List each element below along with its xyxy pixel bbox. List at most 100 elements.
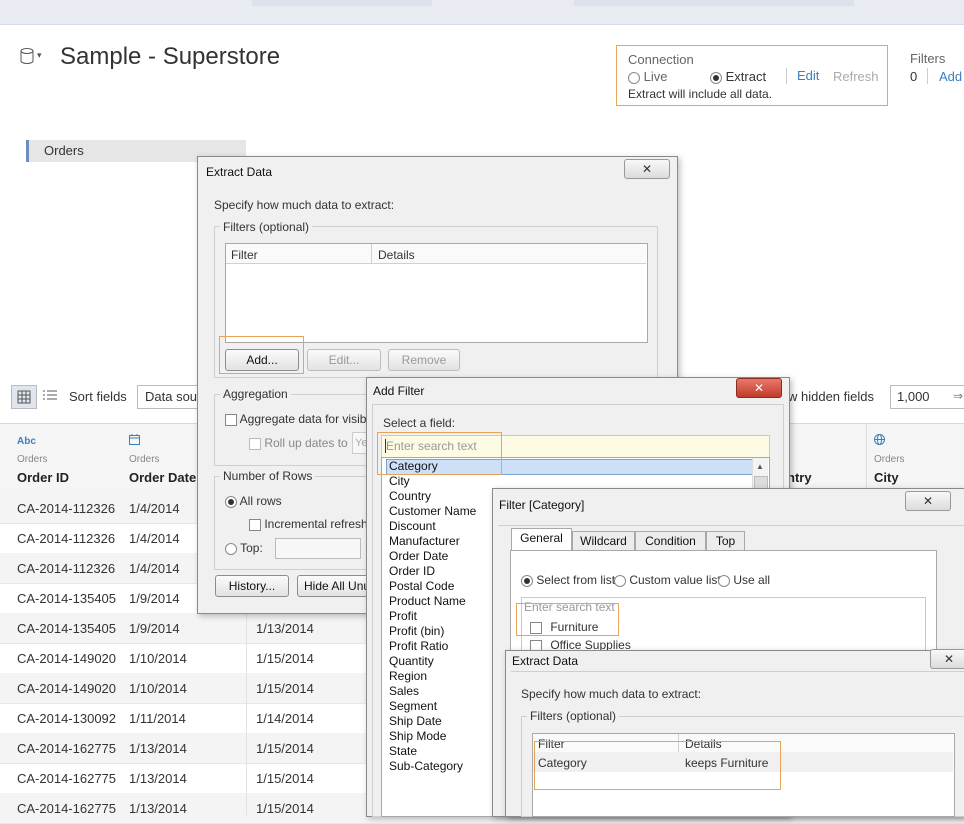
filters-count: 0 [910,69,918,84]
tab-wildcard[interactable]: Wildcard [572,531,635,552]
top-input[interactable] [275,538,361,559]
order-id-cell: CA-2014-112326 [17,561,116,576]
field-item[interactable]: City [389,474,410,488]
column-header-order-id[interactable]: Order ID [17,470,69,485]
select-from-list-radio[interactable]: Select from list [521,573,615,587]
tab-condition[interactable]: Condition [635,531,706,552]
order-date-cell: 1/13/2014 [129,771,187,786]
field-item[interactable]: Customer Name [389,504,476,518]
column-header-order-date[interactable]: Order Date [129,470,196,485]
field-item[interactable]: Postal Code [389,579,454,593]
field-item[interactable]: Order Date [389,549,448,563]
column-header-country[interactable]: ntry [787,470,812,485]
field-item[interactable]: Order ID [389,564,435,578]
dialog-title: Extract Data [206,165,273,179]
column-header-city[interactable]: City [874,470,899,485]
all-rows-radio[interactable]: All rows [225,494,282,508]
field-item[interactable]: Country [389,489,431,503]
order-id-cell: CA-2014-162775 [17,771,117,786]
live-radio[interactable]: Live [628,69,667,84]
col-filter[interactable]: Filter [231,248,258,262]
ship-date-cell: 1/15/2014 [256,771,314,786]
select-field-label: Select a field: [383,416,456,430]
checkbox-icon [225,413,237,426]
field-item[interactable]: Discount [389,519,436,533]
order-date-cell: 1/11/2014 [129,711,186,726]
custom-value-list-label: Custom value list [629,573,721,587]
field-item[interactable]: Profit Ratio [389,639,448,653]
database-icon[interactable] [20,48,34,64]
close-icon[interactable]: ✕ [736,378,782,398]
field-item[interactable]: Region [389,669,427,683]
rollup-checkbox[interactable]: Roll up dates to [249,436,348,450]
use-all-radio[interactable]: Use all [718,573,770,587]
edit-button[interactable]: Edit... [307,349,381,371]
order-date-cell: 1/4/2014 [129,501,180,516]
rollup-label: Roll up dates to [264,436,348,450]
add-filter-link[interactable]: Add [939,69,962,84]
rows-input[interactable]: 1,000 ⇒ [890,385,964,409]
order-id-cell: CA-2014-112326 [17,501,116,516]
remove-button[interactable]: Remove [388,349,460,371]
field-item[interactable]: Profit [389,609,417,623]
tab-top[interactable]: Top [706,531,745,552]
order-id-cell: CA-2014-130092 [17,711,117,726]
field-item[interactable]: State [389,744,417,758]
ship-date-cell: 1/13/2014 [256,621,314,636]
close-icon[interactable]: ✕ [930,649,964,669]
incremental-checkbox[interactable]: Incremental refresh [249,517,368,531]
column-source: Orders [17,454,48,465]
tab-general[interactable]: General [511,528,572,552]
close-icon[interactable]: ✕ [905,491,951,511]
history-button[interactable]: History... [215,575,289,597]
field-item[interactable]: Ship Date [389,714,442,728]
field-item[interactable]: Ship Mode [389,729,446,743]
custom-value-list-radio[interactable]: Custom value list [614,573,721,587]
globe-icon[interactable] [874,434,885,448]
column-source: Orders [129,454,160,465]
highlight-add [219,336,304,374]
col-details[interactable]: Details [378,248,415,262]
field-item[interactable]: Sub-Category [389,759,463,773]
filters-group-label: Filters (optional) [527,709,620,723]
chevron-down-icon[interactable]: ▾ [37,50,42,61]
aggregation-label: Aggregation [220,387,291,401]
field-item[interactable]: Manufacturer [389,534,460,548]
field-item[interactable]: Product Name [389,594,466,608]
radio-icon [718,574,730,587]
show-hidden-fields[interactable]: w hidden fields [788,389,874,404]
ship-date-cell: 1/15/2014 [256,681,314,696]
scroll-up-icon[interactable]: ▲ [756,462,764,471]
field-item[interactable]: Segment [389,699,437,713]
filters-label: Filters [910,51,946,66]
refresh-link[interactable]: Refresh [833,69,879,84]
calendar-icon[interactable] [129,434,140,448]
top-tab-strip [252,0,432,6]
ship-date-cell: 1/15/2014 [256,651,314,666]
highlight-furniture [516,603,619,636]
radio-icon [628,71,640,84]
select-from-list-label: Select from list [536,573,616,587]
close-icon[interactable]: ✕ [624,159,670,179]
arrow-right-icon[interactable]: ⇒ [953,389,963,403]
divider [927,68,928,84]
aggregate-checkbox[interactable]: Aggregate data for visible [225,412,376,426]
order-date-cell: 1/4/2014 [129,531,180,546]
field-item[interactable]: Quantity [389,654,434,668]
hide-unused-button[interactable]: Hide All Unus [297,575,375,597]
ship-date-cell: 1/15/2014 [256,801,314,816]
top-radio[interactable]: Top: [225,541,263,555]
grid-view-icon[interactable] [11,385,37,409]
field-item[interactable]: Profit (bin) [389,624,444,638]
order-date-cell: 1/10/2014 [129,681,187,696]
incremental-label: Incremental refresh [264,517,368,531]
field-item[interactable]: Sales [389,684,419,698]
page-title: Sample - Superstore [60,43,281,70]
window-top-bar [0,0,964,25]
extract-radio[interactable]: Extract [710,69,766,84]
extract-note: Extract will include all data. [628,87,773,101]
edit-link[interactable]: Edit [797,68,819,83]
list-view-icon[interactable] [42,389,58,406]
string-type-icon[interactable]: Abc [17,436,36,447]
column-divider [246,613,247,815]
